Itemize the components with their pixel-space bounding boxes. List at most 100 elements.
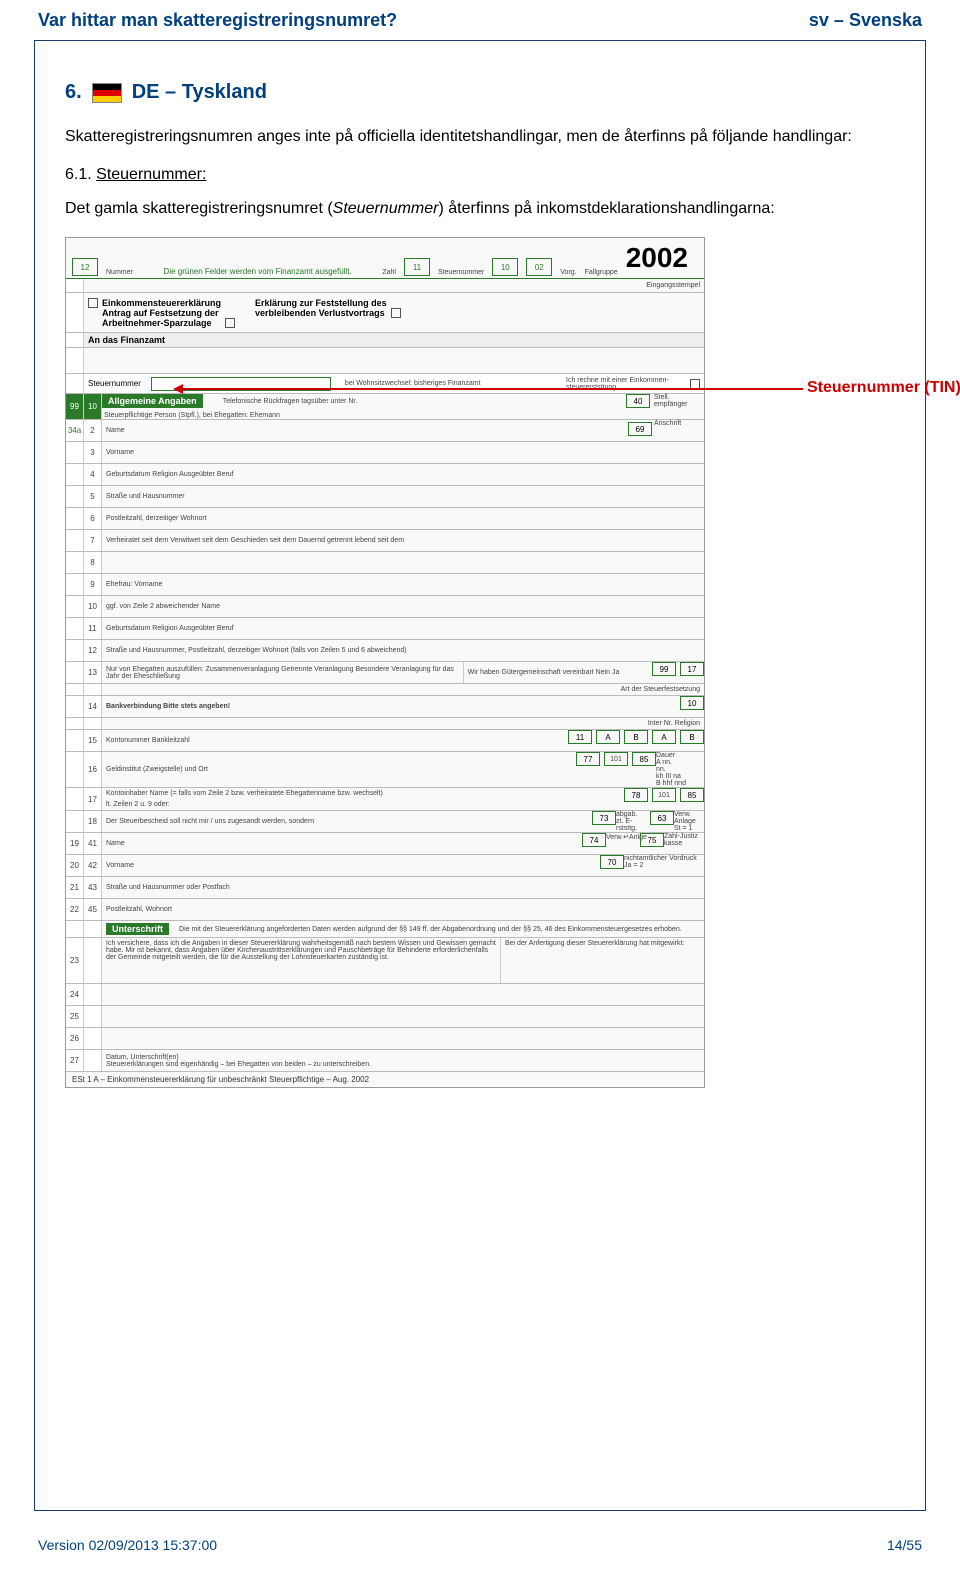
- anschrift: Anschrift: [654, 420, 704, 441]
- row-27: Datum, Unterschrift(en) Steuererklärunge…: [102, 1050, 704, 1071]
- decl-l3: Arbeitnehmer-Sparzulage: [102, 318, 221, 328]
- checkbox-icon: [225, 318, 235, 328]
- germany-flag-icon: [92, 83, 122, 103]
- row-4: Geburtsdatum Religion Ausgeübter Beruf: [102, 464, 704, 485]
- top-lbl-vorg: Vorg.: [560, 269, 576, 276]
- code-17: 17: [680, 662, 704, 676]
- top-lbl-zahl: Zahl: [382, 269, 396, 276]
- sub-body-prefix: Det gamla skatteregistreringsnumret (: [65, 200, 333, 217]
- row-7: Verheiratet seit dem Verwitwet seit dem …: [102, 530, 704, 551]
- dauer-label: Dauer A nn. nn. kh III na B hhf nnd: [656, 752, 704, 787]
- code-63: 63: [650, 811, 674, 825]
- code-73: 73: [592, 811, 616, 825]
- sub-body: Det gamla skatteregistreringsnumret (Ste…: [65, 198, 895, 220]
- top-cell-11: 11: [404, 258, 430, 276]
- line-3: 3: [84, 442, 102, 463]
- checkbox-icon: [88, 298, 98, 308]
- row-23: Ich versichere, dass ich die Angaben in …: [102, 938, 500, 983]
- code-70: 70: [600, 855, 624, 869]
- row-15: Kontonummer Bankleitzahl: [102, 730, 564, 751]
- verw-label: Verw. Anlage St = 1: [674, 811, 704, 832]
- stell-label: Stell. empfänger: [654, 394, 704, 408]
- section-number: 6.: [65, 81, 82, 104]
- code-78: 78: [624, 788, 648, 802]
- page-title-right: sv – Svenska: [809, 10, 922, 31]
- intro-paragraph: Skatteregistreringsnumren anges inte på …: [65, 126, 895, 148]
- row-17b: lt. Zeilen 2 u. 9 oder:: [106, 801, 170, 808]
- decl-l2: Antrag auf Festsetzung der: [102, 308, 221, 318]
- row-name: Name: [102, 420, 626, 441]
- line-6: 6: [84, 508, 102, 529]
- code-77: 77: [576, 752, 600, 766]
- line-10: 10: [84, 596, 102, 617]
- code-10: 10: [84, 394, 102, 419]
- footer-version: Version 02/09/2013 15:37:00: [38, 1537, 217, 1553]
- code-69: 69: [628, 422, 652, 436]
- form-wrap: 12 Nummer Die grünen Felder werden vom F…: [65, 237, 825, 1088]
- code-99b: 99: [652, 662, 676, 676]
- sub-title: Steuernummer:: [96, 166, 206, 183]
- row-10: ggf. von Zeile 2 abweichender Name: [102, 596, 704, 617]
- allgemeine-angaben: Allgemeine Angaben: [102, 394, 203, 408]
- steuernummer-label: Steuernummer: [88, 379, 145, 388]
- line-7: 7: [84, 530, 102, 551]
- code-42: 42: [84, 855, 102, 876]
- zahlv-label: Zahl-Justiz kasse: [664, 833, 704, 854]
- row-21: Straße und Hausnummer oder Postfach: [102, 877, 704, 898]
- arrow-line: [183, 388, 803, 390]
- form-top-row: 12 Nummer Die grünen Felder werden vom F…: [66, 238, 704, 279]
- line-2: 2: [84, 420, 102, 441]
- top-lbl-nummer: Nummer: [106, 269, 133, 276]
- inter-label: Inter Nr. Religion: [102, 718, 704, 729]
- row-22: Postleitzahl, Wohnort: [102, 899, 704, 920]
- row-12: Straße und Hausnummer, Postleitzahl, der…: [102, 640, 704, 661]
- sub-number: 6.1.: [65, 166, 92, 183]
- form-footer: ESt 1 A – Einkommensteuererklärung für u…: [66, 1072, 704, 1087]
- row-16: Geldinstitut (Zweigstelle) und Ort: [102, 752, 572, 787]
- code-45: 45: [84, 899, 102, 920]
- code-101a: 101: [604, 752, 628, 766]
- code-43: 43: [84, 877, 102, 898]
- top-lbl-steuer: Steuernummer: [438, 269, 484, 276]
- unterschrift-note: Die mit der Steuererklärung angeforderte…: [179, 926, 682, 933]
- form-year: 2002: [626, 242, 698, 276]
- section-country: DE – Tyskland: [132, 81, 267, 104]
- code-85b: 85: [680, 788, 704, 802]
- code-75: 75: [640, 833, 664, 847]
- page-title-left: Var hittar man skatteregistreringsnumret…: [38, 10, 397, 31]
- row-23r: Bei der Anfertigung dieser Steuererkläru…: [500, 938, 704, 983]
- code-40: 40: [626, 394, 650, 408]
- rv-label: nichtamtlicher Vordruck Ja = 2: [624, 855, 704, 876]
- abgab-label: abgab. zt. E- rststtg.: [616, 811, 646, 832]
- row-5: Straße und Hausnummer: [102, 486, 704, 507]
- sub-body-suffix: ) återfinns på inkomstdeklarationshandli…: [438, 200, 774, 217]
- row-13-left: Nur von Ehegatten auszufüllen: Zusammenv…: [102, 662, 463, 683]
- code-11b: 11: [568, 730, 592, 744]
- sub-heading: 6.1. Steuernummer:: [65, 166, 895, 184]
- line-5: 5: [84, 486, 102, 507]
- wohnsitz-label: bei Wohnsitzwechsel: bisheriges Finanzam…: [345, 380, 481, 387]
- steuernummer-row: Steuernummer bei Wohnsitzwechsel: bisher…: [66, 374, 704, 394]
- top-cell-12: 12: [72, 258, 98, 276]
- code-10b: 10: [680, 696, 704, 710]
- top-cell-02: 02: [526, 258, 552, 276]
- row-14: Bankverbindung Bitte stets angeben!: [102, 696, 676, 717]
- code-99: 99: [66, 394, 84, 419]
- line-8: 8: [84, 552, 102, 573]
- row-13-right: Wir haben Gütergemeinschaft vereinbart N…: [463, 662, 648, 683]
- section-heading: 6. DE – Tyskland: [65, 81, 895, 104]
- line-9: 9: [84, 574, 102, 595]
- code-85a: 85: [632, 752, 656, 766]
- sub-body-italic: Steuernummer: [333, 200, 439, 217]
- an-das-finanzamt: An das Finanzamt: [84, 333, 704, 347]
- eingang-label: Eingangsstempel: [646, 282, 700, 289]
- checkbox-icon: [391, 308, 401, 318]
- row-vorname: Vorname: [102, 442, 704, 463]
- line-11: 11: [84, 618, 102, 639]
- allg-sub: Steuerpflichtige Person (Stpfl.), bei Eh…: [102, 412, 704, 419]
- annotation-label: Steuernummer (TIN): [807, 379, 960, 397]
- top-cell-10: 10: [492, 258, 518, 276]
- row-8: [102, 552, 704, 573]
- tele-label: Telefonische Rückfragen tagsüber unter N…: [223, 398, 358, 405]
- footer-page: 14/55: [887, 1537, 922, 1553]
